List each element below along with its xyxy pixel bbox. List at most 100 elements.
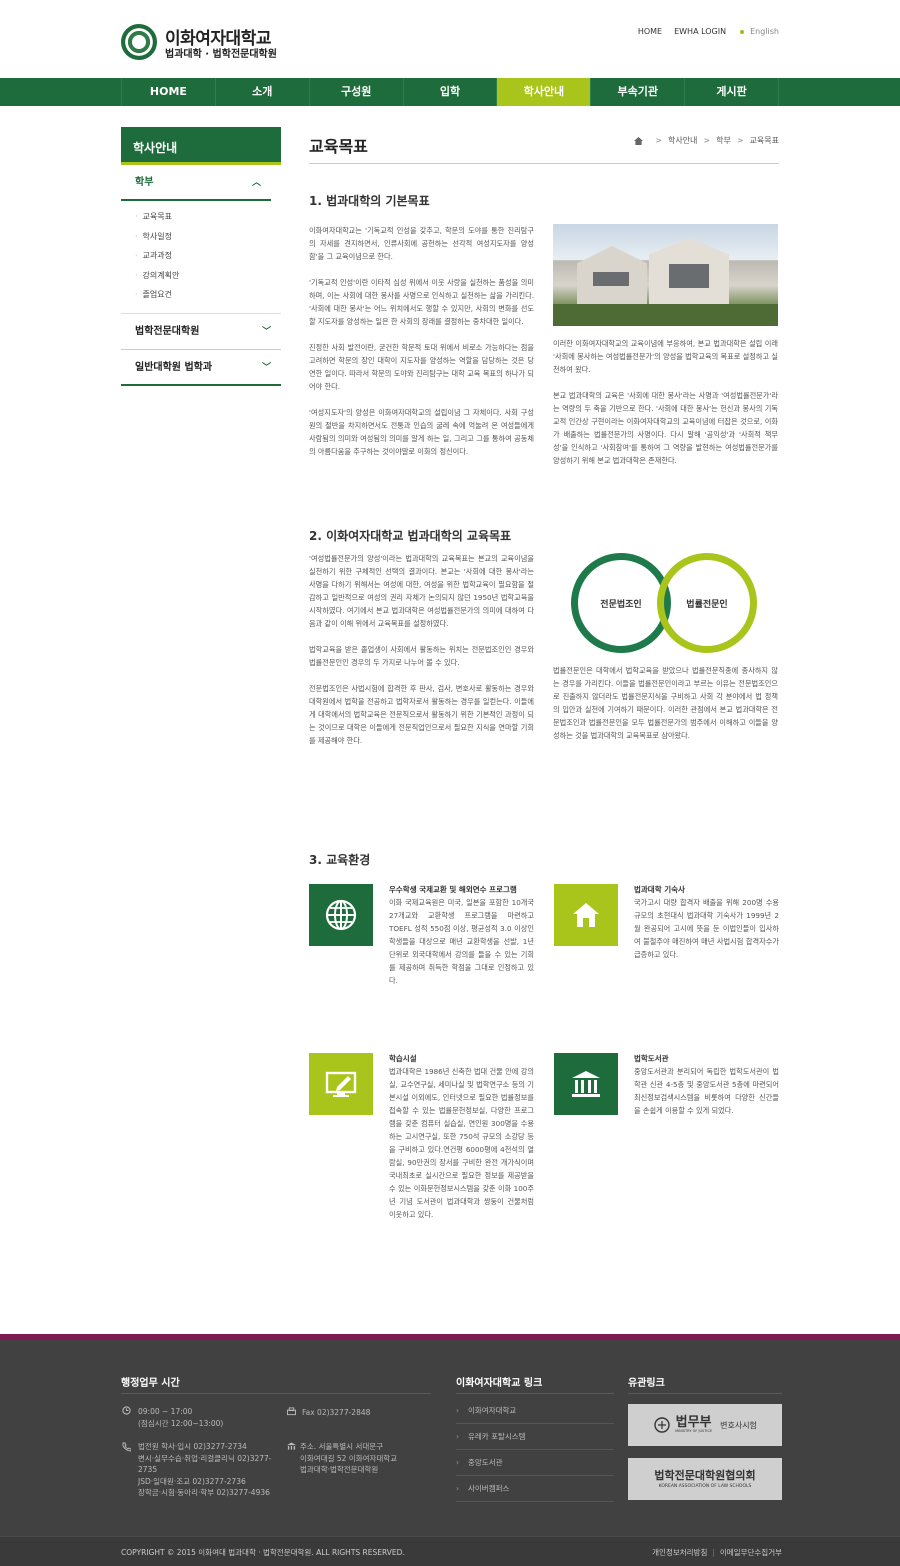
env-item-desc: 법과대학은 1986년 신축한 법대 건물 안에 강의실, 교수연구실, 세미나… [389, 1067, 534, 1219]
privacy-policy-link[interactable]: 개인정보처리방침 [652, 1548, 707, 1557]
window-shape [593, 272, 629, 286]
side-nav-sub-calendar[interactable]: 학사일정 [135, 227, 281, 247]
gnb-board[interactable]: 게시판 [685, 78, 780, 106]
banner-sub-text: KOREAN ASSOCIATION OF LAW SCHOOLS [658, 1483, 752, 1489]
building-icon [287, 1442, 296, 1451]
side-nav-sub-goals[interactable]: 교육목표 [135, 207, 281, 227]
title-divider [309, 163, 779, 164]
email-policy-link[interactable]: 이메일무단수집거부 [720, 1548, 782, 1557]
paragraph: '여성지도자'의 양성은 이화여자대학교의 설립이념 그 자체이다. 사회 구성… [309, 408, 534, 456]
gnb-academic[interactable]: 학사안내 [497, 78, 592, 106]
footer-divider [628, 1393, 782, 1394]
paragraph: 진정한 사회 발전이란, 굳건한 학문적 토대 위에서 비로소 가능하다는 점을… [309, 343, 534, 391]
footer-link-ewha[interactable]: 이화여자대학교 [456, 1398, 614, 1424]
env-item-title: 법과대학 기숙사 [634, 885, 685, 894]
bullet-icon [740, 29, 745, 34]
site-header: 이화여자대학교 법과대학 · 법학전문대학원 HOME EWHA LOGIN E… [0, 0, 900, 78]
env-item-title: 법학도서관 [634, 1054, 669, 1063]
footer-hours-title: 행정업무 시간 [121, 1378, 180, 1389]
library-icon [554, 1053, 618, 1115]
side-nav-lawschool[interactable]: 법학전문대학원 ﹀ [121, 314, 281, 350]
page-title: 교육목표 [309, 137, 368, 156]
footer-phone-line: 장학금·시험·동아리·학부 02)3277-4936 [138, 1488, 270, 1497]
footer-link-eureka[interactable]: 유레카 포탈시스템 [456, 1424, 614, 1450]
window-shape [669, 264, 709, 288]
site-logo[interactable]: 이화여자대학교 법과대학 · 법학전문대학원 [121, 24, 311, 64]
env-item-title: 우수학생 국제교환 및 해외연수 프로그램 [389, 885, 517, 894]
side-nav-sub-syllabus[interactable]: 강의계획안 [135, 266, 281, 286]
paragraph: 본교 법과대학의 교육은 '사회에 대한 봉사'라는 사명과 '여성법률전문가'… [553, 391, 778, 465]
banner-main-text: 법무부 [675, 1415, 712, 1430]
paragraph: 법학교육을 받은 졸업생이 사회에서 활동하는 위치는 전문법조인인 경우와 법… [309, 645, 534, 667]
util-login-link[interactable]: EWHA LOGIN [674, 27, 726, 36]
breadcrumb-current: 교육목표 [749, 136, 779, 145]
footer-address: 주소. 서울특별시 서대문구 이화여대길 52 이화여자대학교 법과대학·법학전… [300, 1441, 397, 1476]
copyright-text: COPYRIGHT © 2015 이화여대 법과대학 · 법학전문대학원. AL… [121, 1548, 405, 1557]
site-footer: 행정업무 시간 09:00 ~ 17:00 (점심시간 12:00~13:00)… [0, 1334, 900, 1566]
side-nav-graduate[interactable]: 일반대학원 법학과 ﹀ [121, 350, 281, 386]
side-nav-label: 학부 [135, 177, 154, 188]
breadcrumb-separator: > [703, 136, 711, 145]
side-nav-sub-curriculum[interactable]: 교과과정 [135, 246, 281, 266]
section2-right-text: 법률전문인은 대학에서 법학교육을 받았으나 법률전문직종에 종사하지 않는 경… [553, 664, 778, 755]
monitor-pen-icon [309, 1053, 373, 1115]
clock-icon [122, 1406, 131, 1415]
util-english-link[interactable]: English [750, 27, 779, 36]
banner-law-school-association[interactable]: 법학전문대학원협의회 KOREAN ASSOCIATION OF LAW SCH… [628, 1458, 782, 1500]
env-item-desc: 중앙도서관과 분리되어 독립한 법학도서관이 법학관 신관 4-5층 및 중앙도… [634, 1067, 779, 1115]
side-nav: 학사안내 학부 ︿ 교육목표 학사일정 교과과정 강의계획안 졸업요건 법학전문… [121, 127, 281, 386]
footer-divider [456, 1393, 614, 1394]
banner-side-text: 변호사시험 [720, 1420, 757, 1430]
circle-legal-professional: 전문법조인 [571, 553, 671, 653]
util-home-link[interactable]: HOME [638, 27, 662, 36]
paragraph: '여성법률전문가의 양성'이라는 법과대학의 교육목표는 본교의 교육이념을 실… [309, 554, 534, 628]
banner-ministry-of-justice[interactable]: 법무부 MINISTRY OF JUSTICE 변호사시험 [628, 1404, 782, 1446]
footer-link-cyber[interactable]: 사이버캠퍼스 [456, 1476, 614, 1502]
footer-links-title: 이화여자대학교 링크 [456, 1378, 543, 1389]
breadcrumb-item[interactable]: 학부 [716, 135, 731, 146]
fax-icon [287, 1407, 296, 1416]
section1-left-text: 이화여자대학교는 '기독교적 인성을 갖추고, 학문의 도야를 통한 진리탐구의… [309, 224, 534, 471]
gnb-about[interactable]: 소개 [216, 78, 310, 106]
section-heading-basic-goals: 1. 법과대학의 기본목표 [309, 194, 430, 208]
breadcrumb-item[interactable]: 학사안내 [668, 135, 697, 146]
side-nav-sub-graduation[interactable]: 졸업요건 [135, 285, 281, 305]
env-item-title: 학습시설 [389, 1054, 417, 1063]
policy-separator: | [712, 1548, 715, 1557]
env-item-desc: 이화 국제교육원은 미국, 일본을 포함한 10개국 27개교와 교환학생 프로… [389, 898, 534, 985]
paragraph: 전문법조인은 사법시험에 합격한 후 판사, 검사, 변호사로 활동하는 경우와… [309, 684, 534, 745]
footer-lunch-text: (점심시간 12:00~13:00) [138, 1418, 224, 1428]
gnb-members[interactable]: 구성원 [310, 78, 404, 106]
paragraph: 이러한 이화여자대학교의 교육이념에 부응하여, 본교 법과대학은 설립 이래 … [553, 339, 778, 374]
env-item-desc: 국가고시 대량 합격자 배출을 위해 200명 수용규모의 초현대식 법과대학 … [634, 898, 779, 959]
university-seal-icon [121, 24, 157, 60]
phone-icon [122, 1442, 131, 1451]
section-heading-environment: 3. 교육환경 [309, 853, 371, 867]
breadcrumb: > 학사안내 > 학부 > 교육목표 [634, 135, 779, 146]
breadcrumb-separator: > [655, 136, 662, 145]
side-nav-label: 법학전문대학원 [135, 325, 200, 337]
house-icon [554, 884, 618, 946]
footer-address-line: 법과대학·법학전문대학원 [300, 1465, 379, 1474]
footer-phone-line: 변시·실무수습·취업·리걸클리닉 02)3277- [138, 1453, 272, 1463]
chevron-up-icon: ︿ [251, 178, 261, 188]
policy-links: 개인정보처리방침 | 이메일무단수집거부 [652, 1547, 782, 1558]
paragraph: 법률전문인은 대학에서 법학교육을 받았으나 법률전문직종에 종사하지 않는 경… [553, 666, 778, 740]
banner-sub-text: MINISTRY OF JUSTICE [675, 1429, 713, 1433]
chevron-down-icon: ﹀ [261, 326, 271, 337]
footer-address-line: 이화여대길 52 이화여자대학교 [300, 1453, 398, 1463]
footer-phone-line: JSD·일대원·조교 02)3277-2736 [138, 1476, 246, 1486]
home-icon[interactable] [634, 136, 644, 145]
side-nav-label: 일반대학원 법학과 [135, 361, 213, 373]
gnb-home[interactable]: HOME [122, 78, 216, 106]
footer-link-library[interactable]: 중앙도서관 [456, 1450, 614, 1476]
gnb-institutes[interactable]: 부속기관 [591, 78, 686, 106]
footer-phone-line: 2735 [138, 1465, 158, 1474]
campus-building-photo [553, 224, 778, 326]
side-nav-undergrad[interactable]: 학부 ︿ [121, 165, 271, 201]
side-nav-submenu: 교육목표 학사일정 교과과정 강의계획안 졸업요건 [121, 201, 281, 314]
circle-label: 법률전문인 [686, 599, 728, 610]
gnb-admission[interactable]: 입학 [404, 78, 498, 106]
section1-right-text: 이러한 이화여자대학교의 교육이념에 부응하여, 본교 법과대학은 설립 이래 … [553, 337, 778, 480]
paragraph: 이화여자대학교는 '기독교적 인성을 갖추고, 학문의 도야를 통한 진리탐구의… [309, 226, 534, 261]
